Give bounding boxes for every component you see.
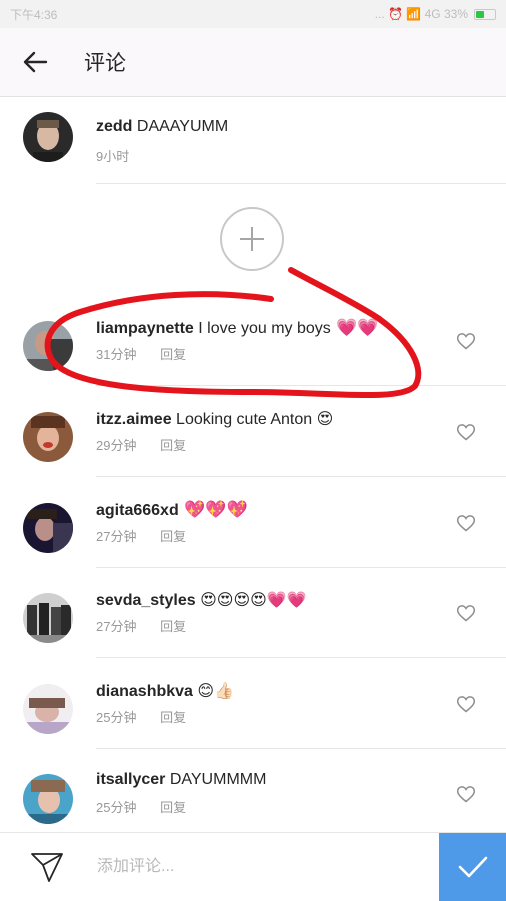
comment-item: sevda_styles 😍😍😍😍💗💗 27分钟 回复 [0, 568, 506, 658]
comment-text: itsallycer DAYUMMMM [96, 771, 266, 789]
avatar[interactable] [23, 321, 73, 371]
comment-body: I love you my boys [198, 320, 331, 337]
status-icons: ... ⏰ 📶 4G 33% [375, 7, 496, 21]
comment-item: agita666xd 💖💖💖 27分钟 回复 [0, 478, 506, 568]
comment-time: 25分钟 [96, 800, 137, 815]
caption-text: zedd DAAAYUMM [96, 118, 228, 136]
plus-icon [240, 227, 264, 251]
avatar[interactable] [23, 412, 73, 462]
comment-item: itzz.aimee Looking cute Anton 😍 29分钟 回复 [0, 387, 506, 477]
divider [96, 385, 506, 386]
comment-meta: 25分钟 回复 [96, 797, 186, 816]
battery-icon [474, 8, 496, 20]
checkmark-icon [458, 856, 487, 878]
back-button[interactable] [0, 28, 70, 96]
comment-username[interactable]: itzz.aimee [96, 411, 172, 428]
reply-button[interactable]: 回复 [160, 347, 186, 362]
comment-time: 27分钟 [96, 619, 137, 634]
comment-meta: 25分钟 回复 [96, 707, 186, 726]
comment-time: 31分钟 [96, 347, 137, 362]
comment-emoji: 😍 [316, 411, 334, 428]
heart-icon[interactable] [456, 784, 476, 804]
post-comment-button[interactable] [439, 833, 506, 901]
comment-input-bar [0, 832, 506, 901]
avatar[interactable] [23, 684, 73, 734]
comment-body: DAYUMMMM [169, 771, 267, 788]
comment-meta: 29分钟 回复 [96, 435, 186, 454]
divider [96, 183, 506, 184]
comment-time: 25分钟 [96, 710, 137, 725]
comment-meta: 31分钟 回复 [96, 344, 186, 363]
comment-text: liampaynette I love you my boys 💗💗 [96, 318, 379, 338]
comment-body: Looking cute Anton [176, 411, 313, 428]
status-bar: 下午4:36 ... ⏰ 📶 4G 33% [0, 0, 506, 28]
reply-button[interactable]: 回复 [160, 438, 186, 453]
status-indicators: ... ⏰ 📶 4G 33% [374, 7, 468, 21]
comment-emoji: 💗💗 [336, 318, 379, 337]
back-arrow-icon [23, 51, 48, 73]
comment-username[interactable]: sevda_styles [96, 592, 196, 609]
comment-meta: 27分钟 回复 [96, 616, 186, 635]
status-time: 下午4:36 [10, 7, 58, 22]
comment-text: itzz.aimee Looking cute Anton 😍 [96, 409, 333, 429]
comment-username[interactable]: agita666xd [96, 502, 179, 519]
divider [96, 657, 506, 658]
caption-username[interactable]: zedd [96, 118, 132, 135]
comment-emoji: 💖💖💖 [184, 500, 248, 519]
comment-item: itsallycer DAYUMMMM 25分钟 回复 [0, 749, 506, 839]
direct-send-icon[interactable] [30, 851, 64, 883]
heart-icon[interactable] [456, 331, 476, 351]
comment-time: 27分钟 [96, 529, 137, 544]
heart-icon[interactable] [456, 694, 476, 714]
avatar[interactable] [23, 112, 73, 162]
comment-emoji: 😊👍🏻 [197, 683, 234, 700]
page-title: 评论 [84, 52, 126, 75]
post-caption: zedd DAAAYUMM 9小时 [0, 98, 506, 184]
comment-username[interactable]: liampaynette [96, 320, 194, 337]
heart-icon[interactable] [456, 603, 476, 623]
caption-time: 9小时 [96, 149, 130, 164]
reply-button[interactable]: 回复 [160, 710, 186, 725]
comment-input[interactable] [95, 851, 429, 883]
app-header: 评论 [0, 28, 506, 97]
avatar[interactable] [23, 593, 73, 643]
avatar[interactable] [23, 774, 73, 824]
reply-button[interactable]: 回复 [160, 619, 186, 634]
comment-text: agita666xd 💖💖💖 [96, 500, 248, 520]
comment-text: dianashbkva 😊👍🏻 [96, 681, 234, 701]
load-more-comments-button[interactable] [220, 207, 284, 271]
comment-item: liampaynette I love you my boys 💗💗 31分钟 … [0, 296, 506, 386]
comment-item: dianashbkva 😊👍🏻 25分钟 回复 [0, 659, 506, 749]
comment-emoji: 😍😍😍😍💗💗 [200, 592, 307, 609]
divider [96, 476, 506, 477]
caption-body: DAAAYUMM [136, 118, 229, 135]
comment-time: 29分钟 [96, 438, 137, 453]
avatar[interactable] [23, 503, 73, 553]
heart-icon[interactable] [456, 513, 476, 533]
comment-meta: 27分钟 回复 [96, 526, 186, 545]
reply-button[interactable]: 回复 [160, 529, 186, 544]
reply-button[interactable]: 回复 [160, 800, 186, 815]
comment-text: sevda_styles 😍😍😍😍💗💗 [96, 590, 307, 610]
comment-username[interactable]: itsallycer [96, 771, 165, 788]
comment-username[interactable]: dianashbkva [96, 683, 193, 700]
heart-icon[interactable] [456, 422, 476, 442]
